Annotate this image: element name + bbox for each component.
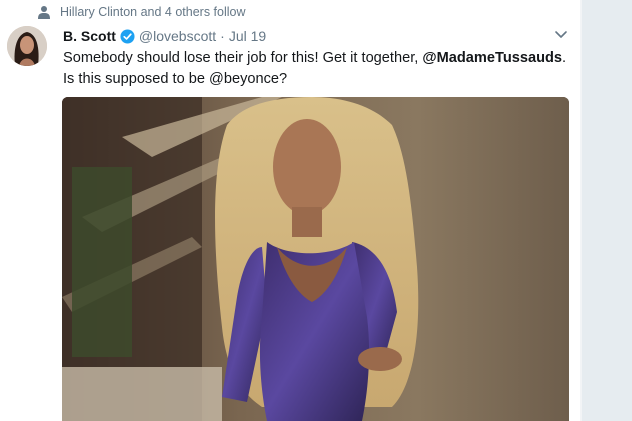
tweet-header: B. Scott @lovebscott · Jul 19 [63,26,583,46]
social-context-text[interactable]: Hillary Clinton and 4 others follow [60,5,246,19]
verified-badge-icon [120,28,135,44]
wax-figure-photo [62,97,569,421]
mention-madametussauds[interactable]: @MadameTussauds [422,50,562,66]
social-context: Hillary Clinton and 4 others follow [38,3,246,21]
author-name[interactable]: B. Scott [63,28,116,44]
person-icon [38,6,50,19]
tweet-text: Somebody should lose their job for this!… [63,48,573,90]
right-rail [582,0,632,421]
chevron-down-icon[interactable] [553,28,569,42]
author-handle[interactable]: @lovebscott [139,28,216,44]
header-separator: · [220,28,225,44]
tweet-text-part: ? [279,71,288,87]
avatar-image [7,26,47,66]
mention-beyonce[interactable]: @beyonce [209,71,279,87]
tweet-text-part: Somebody should lose their job for this!… [63,50,423,66]
tweet-date[interactable]: Jul 19 [229,28,266,44]
avatar[interactable] [7,26,47,66]
tweet-media-photo[interactable] [62,97,569,421]
